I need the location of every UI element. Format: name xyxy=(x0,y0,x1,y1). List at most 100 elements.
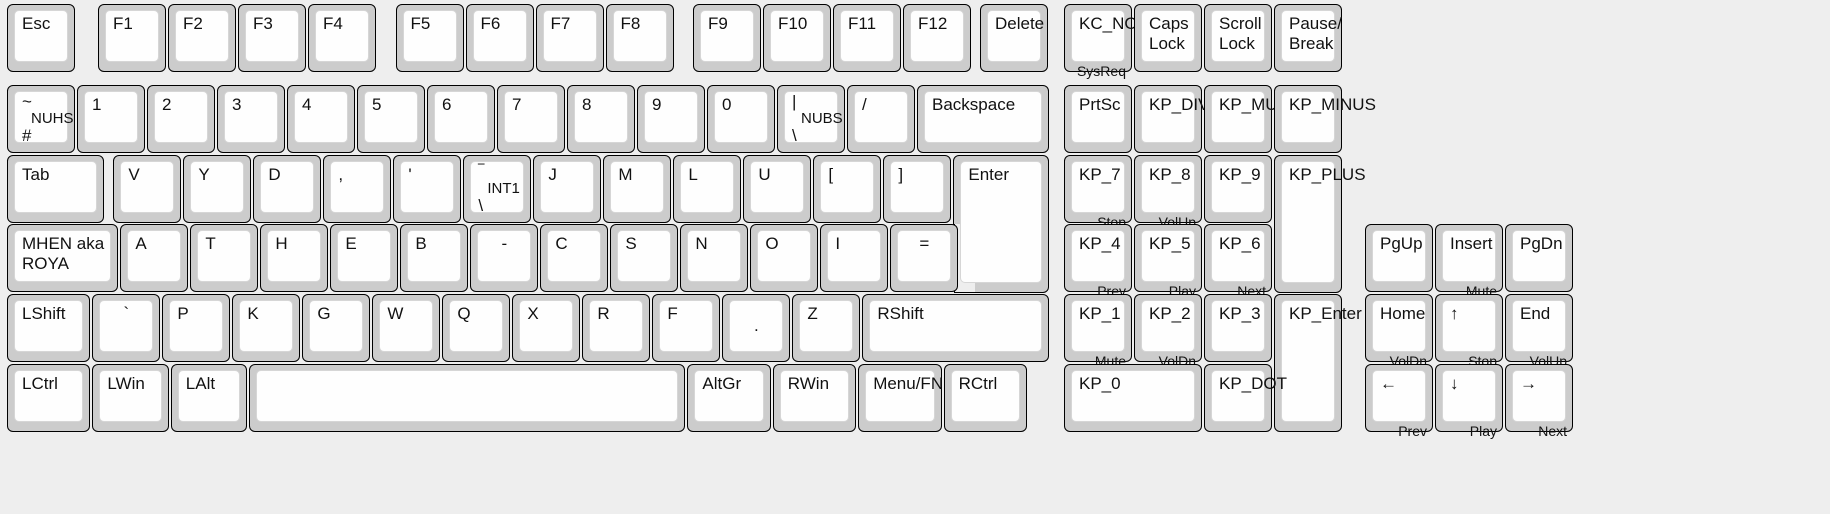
key-mhen[interactable]: MHEN aka ROYA xyxy=(7,224,119,292)
key-capslock[interactable]: Caps Lock xyxy=(1134,3,1202,72)
key-down[interactable]: ↓ Play xyxy=(1435,364,1503,439)
key-ke[interactable]: E xyxy=(330,224,399,292)
key-kp3[interactable]: KP_3 xyxy=(1204,294,1272,362)
key-f10[interactable]: F10 xyxy=(763,3,831,72)
key-kp_enter[interactable]: KP_Enter xyxy=(1274,294,1362,432)
key-n7[interactable]: 7 xyxy=(497,85,565,154)
key-n3[interactable]: 3 xyxy=(217,85,285,154)
key-space[interactable] xyxy=(249,364,686,432)
key-kp1[interactable]: KP_1 Mute xyxy=(1064,294,1132,369)
key-f2[interactable]: F2 xyxy=(168,3,236,72)
key-kz[interactable]: Z xyxy=(792,294,861,362)
key-int1[interactable]: ‾ INT1 \ xyxy=(463,154,532,223)
key-left[interactable]: ← Prev xyxy=(1365,364,1433,439)
key-dot[interactable]: . xyxy=(722,294,791,362)
key-kf[interactable]: F xyxy=(652,294,721,362)
key-n4[interactable]: 4 xyxy=(287,85,355,154)
key-ka[interactable]: A xyxy=(120,224,189,292)
key-f6[interactable]: F6 xyxy=(465,3,534,72)
key-right[interactable]: → Next xyxy=(1505,364,1573,439)
key-rbrk[interactable]: ] xyxy=(883,154,952,223)
key-kp4[interactable]: KP_4 Prev xyxy=(1064,224,1132,299)
key-f5[interactable]: F5 xyxy=(395,3,464,72)
key-kp_dot[interactable]: KP_DOT xyxy=(1204,364,1287,432)
key-quote[interactable]: ' xyxy=(393,154,462,223)
key-rwin[interactable]: RWin xyxy=(772,364,857,432)
key-kq[interactable]: Q xyxy=(442,294,511,362)
key-kp_mul[interactable]: KP_MULT xyxy=(1204,85,1296,154)
key-up[interactable]: ↑ Stop xyxy=(1435,294,1503,369)
key-kr[interactable]: R xyxy=(582,294,651,362)
key-kc_no[interactable]: KC_NO SysReq xyxy=(1064,3,1138,79)
key-insert[interactable]: Insert Mute xyxy=(1435,224,1503,299)
key-n6[interactable]: 6 xyxy=(427,85,495,154)
key-kj[interactable]: J xyxy=(533,154,602,223)
key-f12[interactable]: F12 xyxy=(903,3,971,72)
key-kw[interactable]: W xyxy=(372,294,441,362)
key-lalt[interactable]: LAlt xyxy=(170,364,248,432)
key-kp8[interactable]: KP_8 VolUp xyxy=(1134,154,1202,230)
key-pgdn[interactable]: PgDn xyxy=(1505,224,1573,292)
key-lbrk[interactable]: [ xyxy=(813,154,882,223)
key-scrolllock[interactable]: Scroll Lock xyxy=(1204,3,1272,72)
key-lctrl[interactable]: LCtrl xyxy=(7,364,91,432)
key-kp6[interactable]: KP_6 Next xyxy=(1204,224,1272,299)
key-nubs[interactable]: | NUBS \ xyxy=(777,85,845,154)
key-km[interactable]: M xyxy=(603,154,672,223)
key-kp_divide[interactable]: KP_DIVIDE xyxy=(1134,85,1238,154)
key-menufn[interactable]: Menu/FN xyxy=(858,364,943,432)
key-f3[interactable]: F3 xyxy=(238,3,306,72)
key-ku[interactable]: U xyxy=(743,154,812,223)
key-f4[interactable]: F4 xyxy=(308,3,376,72)
key-kt[interactable]: T xyxy=(190,224,259,292)
key-kp[interactable]: P xyxy=(162,294,231,362)
key-f7[interactable]: F7 xyxy=(535,3,604,72)
key-comma[interactable]: , xyxy=(323,154,392,223)
key-kp_plus[interactable]: KP_PLUS xyxy=(1274,154,1366,293)
key-kp9[interactable]: KP_9 xyxy=(1204,154,1272,223)
key-prtsc[interactable]: PrtSc xyxy=(1064,85,1132,154)
key-kp5[interactable]: KP_5 Play xyxy=(1134,224,1202,299)
key-grave[interactable]: ` xyxy=(92,294,161,362)
key-backspace[interactable]: Backspace xyxy=(917,85,1050,154)
key-lshift[interactable]: LShift xyxy=(7,294,91,362)
key-f9[interactable]: F9 xyxy=(693,3,761,72)
key-n0[interactable]: 0 xyxy=(707,85,775,154)
key-kb[interactable]: B xyxy=(400,224,469,292)
key-home[interactable]: Home VolDn xyxy=(1365,294,1433,369)
key-rctrl[interactable]: RCtrl xyxy=(943,364,1027,432)
key-f11[interactable]: F11 xyxy=(833,3,901,72)
key-kn[interactable]: N xyxy=(680,224,749,292)
key-ki[interactable]: I xyxy=(820,224,889,292)
key-kg[interactable]: G xyxy=(302,294,371,362)
key-kv[interactable]: V xyxy=(113,154,182,223)
key-ks[interactable]: S xyxy=(610,224,679,292)
key-end[interactable]: End VolUp xyxy=(1505,294,1573,369)
key-enter[interactable]: Enter xyxy=(953,154,1050,293)
key-ky[interactable]: Y xyxy=(183,154,252,223)
key-lwin[interactable]: LWin xyxy=(92,364,169,432)
key-equal[interactable]: = xyxy=(890,224,959,292)
key-slash[interactable]: / xyxy=(847,85,915,154)
key-kh[interactable]: H xyxy=(260,224,329,292)
key-n5[interactable]: 5 xyxy=(357,85,425,154)
key-tab[interactable]: Tab xyxy=(7,154,105,223)
key-kd[interactable]: D xyxy=(253,154,322,223)
key-kp0[interactable]: KP_0 xyxy=(1064,364,1202,432)
key-pause[interactable]: Pause/ Break xyxy=(1274,3,1342,72)
key-altgr[interactable]: AltGr xyxy=(687,364,771,432)
key-kl[interactable]: L xyxy=(673,154,742,223)
key-ko[interactable]: O xyxy=(750,224,819,292)
key-f1[interactable]: F1 xyxy=(98,3,166,72)
key-kx[interactable]: X xyxy=(512,294,581,362)
key-nuhs[interactable]: ~ NUHS # xyxy=(7,85,75,154)
key-n1[interactable]: 1 xyxy=(77,85,145,154)
key-pgup[interactable]: PgUp xyxy=(1365,224,1433,292)
key-n9[interactable]: 9 xyxy=(637,85,705,154)
key-kp2[interactable]: KP_2 VolDn xyxy=(1134,294,1202,369)
key-rshift[interactable]: RShift xyxy=(862,294,1050,362)
key-n2[interactable]: 2 xyxy=(147,85,215,154)
key-kk[interactable]: K xyxy=(232,294,301,362)
key-kp_minus[interactable]: KP_MINUS xyxy=(1274,85,1376,154)
key-delete[interactable]: Delete xyxy=(980,3,1048,72)
